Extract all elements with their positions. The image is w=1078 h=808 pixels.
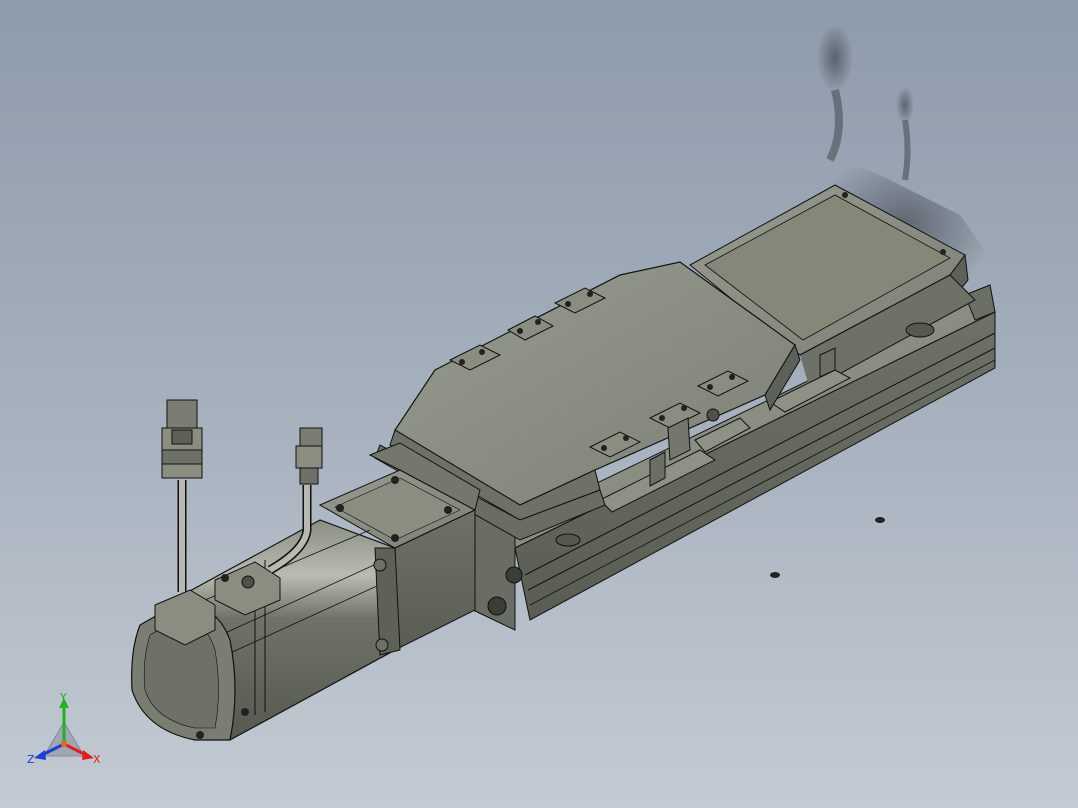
power-cable[interactable]	[161, 399, 203, 592]
z-axis-label: Z	[27, 753, 35, 766]
servo-motor[interactable]	[131, 519, 401, 741]
triad-origin	[61, 741, 67, 747]
graphics-viewport[interactable]: Y X Z	[0, 0, 1078, 808]
y-axis-label: Y	[59, 692, 67, 704]
coordinate-triad: Y X Z	[27, 692, 101, 766]
z-axis-arrow	[34, 750, 46, 760]
x-axis-label: X	[93, 753, 101, 766]
linear-actuator-model[interactable]	[0, 0, 1078, 808]
